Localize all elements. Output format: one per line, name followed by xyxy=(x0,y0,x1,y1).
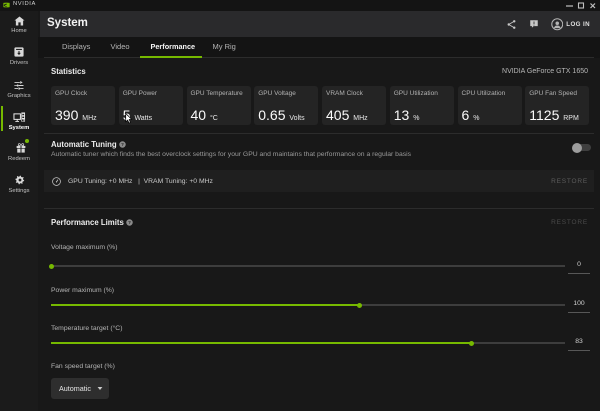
svg-text:?: ? xyxy=(121,142,124,147)
svg-text:?: ? xyxy=(128,220,131,225)
